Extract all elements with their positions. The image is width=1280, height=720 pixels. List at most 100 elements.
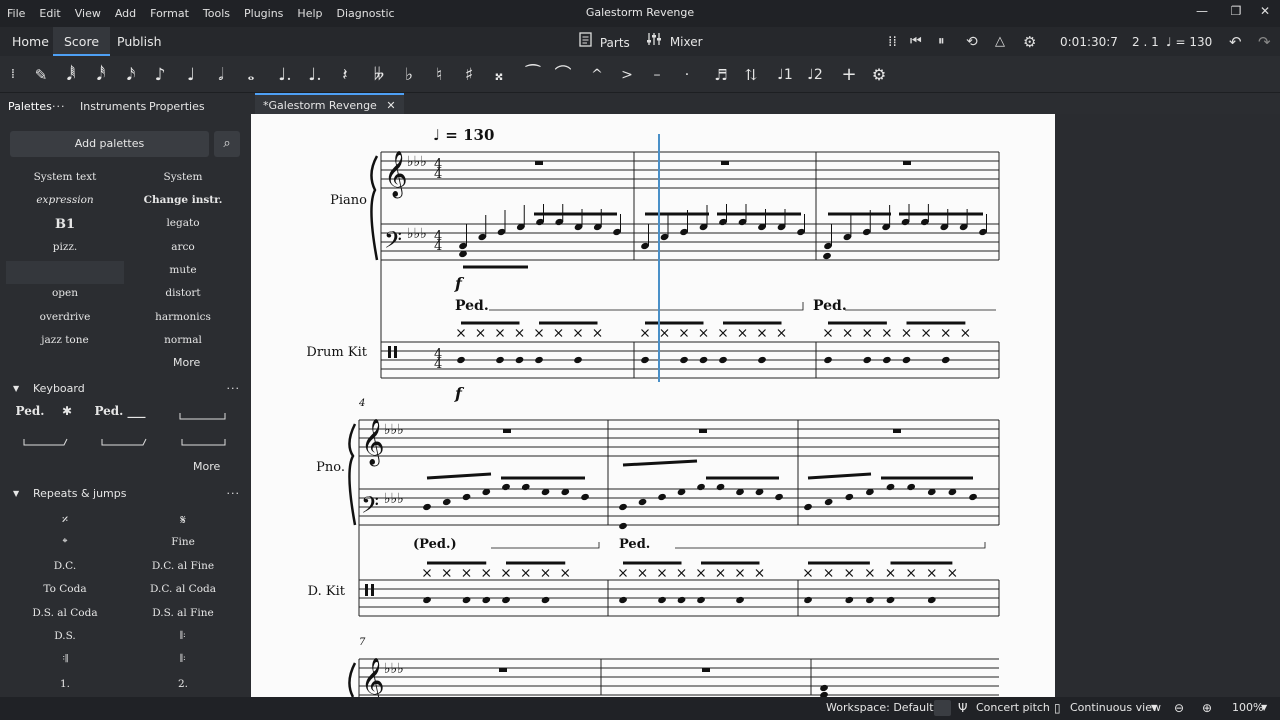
text-palette-cell[interactable]: legato (124, 217, 242, 229)
flip-direction-icon[interactable]: ⇅ (739, 64, 763, 86)
menu-diagnostic[interactable]: Diagnostic (330, 7, 402, 20)
pedal-marking[interactable]: Ped. (813, 298, 847, 314)
text-palette-cell[interactable]: expression (6, 194, 124, 206)
natural-icon[interactable]: ♮ (427, 64, 451, 86)
playback-settings-icon[interactable]: ⚙ (1023, 32, 1036, 52)
accent-icon[interactable]: > (615, 64, 639, 86)
concert-pitch-label[interactable]: Concert pitch (976, 701, 1050, 714)
text-palette-cell[interactable]: Change instr. (124, 194, 242, 206)
repeat-palette-cell[interactable]: 𝄇 (6, 653, 124, 666)
text-palette-cell[interactable]: System text (6, 171, 124, 183)
maximize-button[interactable]: ❐ (1221, 4, 1251, 22)
repeat-palette-cell[interactable]: D.S. (6, 630, 124, 642)
dynamic-forte-drums[interactable]: f (454, 384, 465, 403)
repeat-palette-cell[interactable]: D.S. al Fine (124, 607, 242, 619)
keyboard-more-button[interactable]: More (193, 460, 220, 473)
loop-icon[interactable]: ⟲ (966, 32, 978, 52)
score-notation[interactable]: ♩ = 130 Piano Drum Kit Pno. D. Kit 4 7 f… (251, 114, 1055, 697)
repeats-section-header[interactable]: ▼ Repeats & jumps ··· (0, 483, 246, 505)
text-palette-cell[interactable]: distort (124, 287, 242, 299)
mixer-button[interactable]: Mixer (646, 32, 703, 52)
notebar-grip-icon[interactable]: ⁞ (1, 64, 25, 86)
voice-2-icon[interactable]: ♩2 (803, 64, 827, 86)
tuplet-icon[interactable]: ♬ (709, 64, 733, 86)
menu-edit[interactable]: Edit (32, 7, 67, 20)
repeat-palette-cell[interactable]: To Coda (6, 583, 124, 595)
voice-1-icon[interactable]: ♩1 (773, 64, 797, 86)
close-window-button[interactable]: ✕ (1250, 4, 1280, 22)
zoom-in-icon[interactable]: ⊕ (1202, 701, 1212, 715)
sixtyfourth-note-icon[interactable]: 𝅘𝅥𝅱 (59, 64, 83, 86)
repeat-palette-cell[interactable]: 𝄌 (6, 536, 124, 551)
double-dotted-note-icon[interactable]: ♩. (303, 64, 327, 86)
pedal-marking[interactable]: Ped. (619, 537, 650, 552)
tab-properties[interactable]: Properties (141, 93, 213, 120)
toolbar-settings-icon[interactable]: ⚙ (867, 64, 891, 86)
rewind-icon[interactable]: ⏮ (910, 32, 922, 52)
tab-home[interactable]: Home (1, 27, 60, 56)
double-flat-icon[interactable]: 𝄫 (367, 64, 391, 86)
piano-short-label[interactable]: Pno. (316, 460, 345, 475)
pedal-marking[interactable]: Ped. (455, 298, 489, 314)
whole-note-icon[interactable]: 𝅝 (239, 64, 263, 86)
concert-pitch-toggle[interactable] (934, 700, 951, 716)
tempo-marking[interactable]: ♩ = 130 (433, 126, 494, 144)
menu-tools[interactable]: Tools (196, 7, 237, 20)
tenuto-icon[interactable]: – (645, 64, 669, 86)
repeat-palette-cell[interactable]: 1. (6, 678, 124, 690)
menu-add[interactable]: Add (108, 7, 143, 20)
menu-help[interactable]: Help (290, 7, 329, 20)
close-tab-icon[interactable]: ✕ (386, 99, 395, 112)
repeat-palette-cell[interactable]: 2. (124, 678, 242, 690)
repeat-palette-cell[interactable]: 𝄆 (124, 630, 242, 643)
text-palette-cell[interactable]: pizz. (6, 241, 124, 253)
menu-file[interactable]: File (0, 7, 32, 20)
menu-plugins[interactable]: Plugins (237, 7, 290, 20)
undo-icon[interactable]: ↶ (1229, 32, 1242, 52)
keyboard-section-header[interactable]: ▼ Keyboard ··· (0, 378, 246, 400)
text-palette-cell[interactable]: System (124, 171, 242, 183)
repeat-palette-cell[interactable]: D.C. al Coda (124, 583, 242, 595)
score-page[interactable]: ♩ = 130 Piano Drum Kit Pno. D. Kit 4 7 f… (251, 114, 1055, 697)
marcato-icon[interactable]: ^ (585, 64, 609, 86)
repeat-palette-cell[interactable]: D.S. al Coda (6, 607, 124, 619)
dotted-note-icon[interactable]: ♩. (273, 64, 297, 86)
text-palette-cell[interactable]: jazz tone (6, 334, 124, 346)
workspace-selector[interactable]: Workspace: Default (826, 701, 934, 714)
repeat-palette-cell[interactable]: 𝄋 (124, 513, 242, 528)
zoom-dropdown-icon[interactable]: ▼ (1261, 703, 1267, 712)
text-palette-cell[interactable]: arco (124, 241, 242, 253)
section-menu-icon[interactable]: ··· (227, 483, 241, 505)
half-note-icon[interactable]: 𝅗𝅥 (209, 64, 233, 86)
thirtysecond-note-icon[interactable]: 𝅘𝅥𝅰 (89, 64, 113, 86)
parts-button[interactable]: Parts (579, 32, 630, 52)
staccato-icon[interactable]: · (675, 64, 699, 86)
repeat-palette-cell[interactable]: Fine (124, 536, 242, 548)
document-tab[interactable]: *Galestorm Revenge ✕ (255, 93, 404, 114)
add-icon[interactable]: + (837, 64, 861, 86)
menu-view[interactable]: View (68, 7, 108, 20)
repeat-palette-cell[interactable]: D.C. al Fine (124, 560, 242, 572)
repeat-palette-cell[interactable]: 𝄆 (124, 653, 242, 666)
text-palette-cell[interactable]: B1 (6, 217, 124, 232)
slur-icon[interactable]: ⌒ (551, 64, 575, 86)
tie-icon[interactable]: ⁀ (521, 64, 545, 86)
tab-publish[interactable]: Publish (106, 27, 173, 56)
quarter-note-icon[interactable]: ♩ (179, 64, 203, 86)
toolbar-grip-icon[interactable]: ⁞⁞ (888, 32, 897, 52)
pause-icon[interactable]: ⏸ (938, 32, 945, 52)
menu-format[interactable]: Format (143, 7, 196, 20)
zoom-out-icon[interactable]: ⊖ (1174, 701, 1184, 715)
view-mode-selector[interactable]: Continuous view (1070, 701, 1161, 714)
view-mode-dropdown-icon[interactable]: ▼ (1151, 703, 1157, 712)
pedal-marking-paren[interactable]: (Ped.) (413, 537, 457, 552)
sixteenth-note-icon[interactable]: 𝅘𝅥𝅯 (119, 64, 143, 86)
palette-search-icon[interactable]: ⌕ (214, 131, 240, 157)
text-palette-cell[interactable]: mute (124, 264, 242, 276)
rest-icon[interactable]: 𝄽 (333, 64, 357, 86)
piano-label[interactable]: Piano (330, 193, 367, 208)
minimize-button[interactable]: — (1187, 4, 1217, 22)
double-sharp-icon[interactable]: 𝄪 (487, 64, 511, 86)
repeat-palette-cell[interactable]: 𝄎 (6, 513, 124, 528)
drum-kit-short-label[interactable]: D. Kit (308, 584, 346, 599)
